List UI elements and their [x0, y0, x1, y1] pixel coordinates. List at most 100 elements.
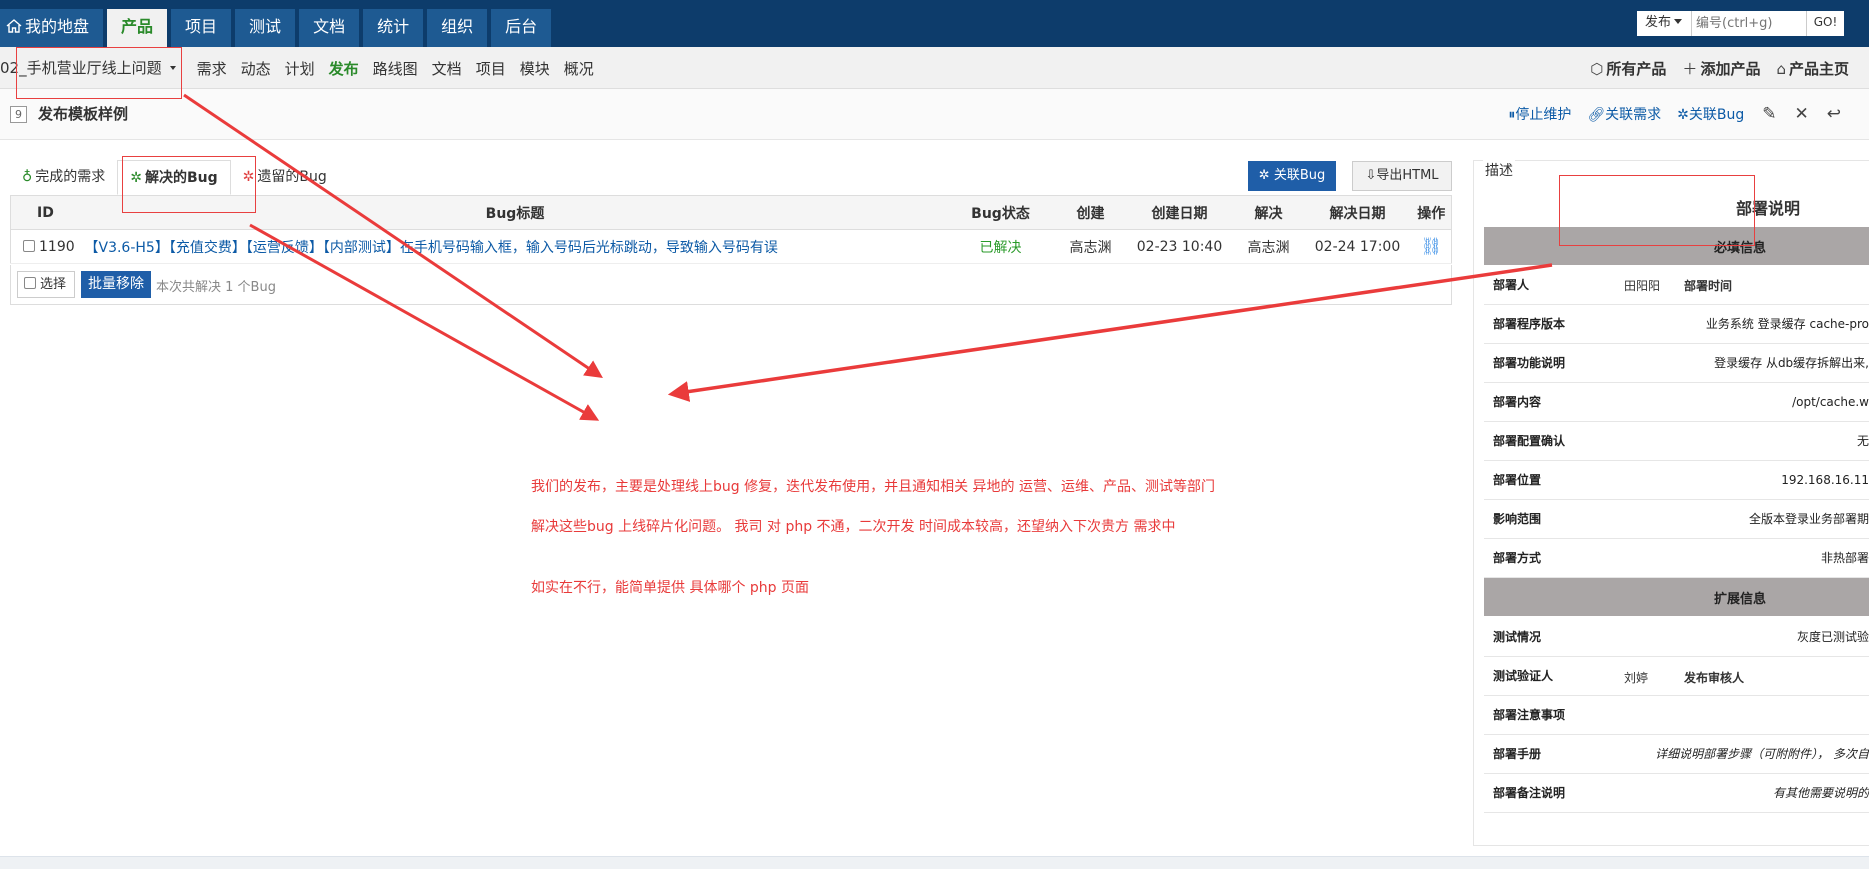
- section-extended-label: 扩展信息: [1714, 592, 1767, 607]
- description-label: 描述: [1483, 160, 1515, 180]
- extended-info-table: 测试情况 灰度已测试验 测试验证人 刘婷 发布审核人 部署注意事项 部署手册 详细说…: [1484, 617, 1869, 813]
- cube-icon: ⬡: [1590, 59, 1604, 78]
- nav-tab-stats[interactable]: 统计: [363, 9, 424, 47]
- detail-row: 部署内容/opt/cache.w: [1484, 382, 1869, 422]
- subnav-dynamic[interactable]: 动态: [241, 58, 271, 79]
- detail-row: 测试验证人 刘婷 发布审核人: [1484, 656, 1869, 696]
- unlink-icon[interactable]: ⛓: [1420, 237, 1442, 257]
- highlight-box-product: [16, 47, 182, 99]
- go-button[interactable]: GO!: [1806, 11, 1844, 36]
- detail-row: 部署配置确认无: [1484, 421, 1869, 461]
- add-product-label: 添加产品: [1700, 59, 1761, 78]
- subnav-module[interactable]: 模块: [520, 58, 550, 79]
- nav-tab-project[interactable]: 项目: [171, 9, 232, 47]
- nav-tab-test[interactable]: 测试: [235, 9, 296, 47]
- detail-row: 部署注意事项: [1484, 695, 1869, 735]
- nav-tab-admin[interactable]: 后台: [491, 9, 552, 47]
- link-story-button[interactable]: 🔗︎关联需求: [1587, 104, 1661, 124]
- bottom-statusbar: [0, 856, 1869, 869]
- subnav-project[interactable]: 项目: [476, 58, 506, 79]
- subnav-roadmap[interactable]: 路线图: [373, 58, 418, 79]
- col-created-date[interactable]: 创建日期: [1125, 195, 1234, 230]
- row-checkbox[interactable]: [23, 239, 35, 252]
- detail-key: 部署功能说明: [1484, 343, 1624, 383]
- title-actions: ⏸停止维护 🔗︎关联需求 ✲关联Bug ✎ ✕ ↩: [1492, 102, 1841, 126]
- bug-icon: ✲: [1677, 107, 1689, 123]
- subnav-doc[interactable]: 文档: [432, 58, 462, 79]
- row-resolved-date: 02-24 17:00: [1303, 229, 1412, 264]
- detail-row: 部署程序版本 业务系统 登录缓存 cache-pro: [1484, 304, 1869, 344]
- nav-tab-org[interactable]: 组织: [427, 9, 488, 47]
- detail-key: 部署配置确认: [1484, 421, 1624, 461]
- detail-value: 详细说明部署步骤（可附附件）， 多次自: [1624, 734, 1869, 774]
- select-label: 选择: [40, 277, 67, 292]
- nav-tab-doc[interactable]: 文档: [299, 9, 360, 47]
- deploy-time-key: 部署时间: [1684, 279, 1733, 293]
- sub-navbar: 02_手机营业厅线上问题 需求 动态 计划 发布 路线图 文档 项目 模块 概况…: [0, 47, 1869, 89]
- detail-row: 部署位置 192.168.16.11: [1484, 460, 1869, 500]
- row-created-by: 高志渊: [1055, 229, 1126, 264]
- back-icon[interactable]: ↩: [1827, 104, 1841, 124]
- detail-key: 部署手册: [1484, 734, 1624, 774]
- stop-maintain-label: 停止维护: [1515, 107, 1572, 123]
- deployer-key: 部署人: [1484, 265, 1624, 305]
- quick-jump: 发布 GO!: [1637, 11, 1844, 36]
- link-bug-button[interactable]: ✲ 关联Bug: [1248, 161, 1336, 191]
- bug-title-link[interactable]: 【V3.6-H5】【充值交费】【运营反馈】【内部测试】在手机号码输入框，输入号码…: [85, 240, 778, 256]
- select-all-button[interactable]: 选择: [17, 271, 75, 298]
- row-id-cell: 1190: [10, 229, 79, 264]
- subnav-overview[interactable]: 概况: [564, 58, 594, 79]
- link-bug-label: 关联Bug: [1273, 168, 1326, 183]
- product-home-label: 产品主页: [1788, 59, 1849, 78]
- export-html-button[interactable]: ⇩导出HTML: [1352, 161, 1452, 191]
- link-story-label: 关联需求: [1605, 107, 1662, 123]
- all-products-link[interactable]: ⬡ 所有产品: [1590, 58, 1666, 79]
- release-id-badge: 9: [10, 106, 27, 123]
- highlight-box-tab: [122, 156, 256, 213]
- detail-key: 部署备注说明: [1484, 773, 1624, 813]
- required-info-table: 部署人 田阳阳 部署时间 部署程序版本 业务系统 登录缓存 cache-pro 部…: [1484, 265, 1869, 578]
- subnav-plan[interactable]: 计划: [285, 58, 315, 79]
- col-resolved-by[interactable]: 解决: [1233, 195, 1304, 230]
- quick-type-dropdown[interactable]: 发布: [1637, 11, 1692, 36]
- detail-value: /opt/cache.w: [1624, 382, 1869, 422]
- batch-remove-button[interactable]: 批量移除: [81, 271, 151, 298]
- section-extended: 扩展信息: [1484, 578, 1869, 616]
- table-row: 1190 【V3.6-H5】【充值交费】【运营反馈】【内部测试】在手机号码输入框…: [10, 229, 1452, 264]
- close-icon[interactable]: ✕: [1795, 104, 1809, 124]
- export-icon: ⇩: [1365, 168, 1377, 183]
- detail-key: 部署方式: [1484, 538, 1624, 578]
- detail-key: 部署位置: [1484, 460, 1624, 500]
- nav-tab-my[interactable]: 我的地盘: [0, 9, 104, 47]
- product-home-link[interactable]: ⌂ 产品主页: [1776, 58, 1849, 79]
- col-resolved-date[interactable]: 解决日期: [1303, 195, 1412, 230]
- deployer-value: 田阳阳: [1624, 279, 1661, 293]
- link-bug-action[interactable]: ✲关联Bug: [1677, 104, 1744, 124]
- detail-row: 部署方式 非热部署: [1484, 538, 1869, 578]
- row-status-cell: 已解决: [945, 229, 1056, 264]
- tab-finished-stories[interactable]: ♁ 完成的需求: [10, 160, 117, 195]
- subnav-story[interactable]: 需求: [197, 58, 227, 79]
- add-product-link[interactable]: ＋添加产品: [1682, 58, 1760, 79]
- home-icon: [6, 19, 22, 33]
- quick-id-input[interactable]: [1692, 11, 1806, 36]
- nav-tab-product[interactable]: 产品: [107, 9, 168, 47]
- col-created-by[interactable]: 创建: [1055, 195, 1126, 230]
- deployer-pair: 田阳阳 部署时间: [1624, 265, 1869, 305]
- annotation-note-2: 解决这些bug 上线碎片化问题。 我司 对 php 不通，二次开发 时间成本较高…: [531, 519, 1176, 535]
- stop-maintain-button[interactable]: ⏸停止维护: [1508, 104, 1571, 124]
- highlight-box-heading: [1559, 175, 1755, 246]
- bug-status: 已解决: [979, 239, 1022, 256]
- detail-key: 部署内容: [1484, 382, 1624, 422]
- detail-row: 部署人 田阳阳 部署时间: [1484, 265, 1869, 305]
- edit-icon[interactable]: ✎: [1762, 104, 1776, 124]
- top-navbar: 我的地盘 产品 项目 测试 文档 统计 组织 后台 发布 GO!: [0, 0, 1869, 47]
- detail-value: 全版本登录业务部署期: [1624, 499, 1869, 539]
- tester-key: 测试验证人: [1484, 656, 1624, 696]
- col-id[interactable]: ID: [10, 195, 79, 230]
- detail-value: 登录缓存 从db缓存拆解出来,: [1624, 343, 1869, 383]
- detail-value: [1624, 695, 1869, 735]
- subnav-release[interactable]: 发布: [329, 58, 359, 79]
- page-titlebar: 9 发布模板样例 ⏸停止维护 🔗︎关联需求 ✲关联Bug ✎ ✕ ↩: [0, 89, 1869, 140]
- col-status[interactable]: Bug状态: [945, 195, 1056, 230]
